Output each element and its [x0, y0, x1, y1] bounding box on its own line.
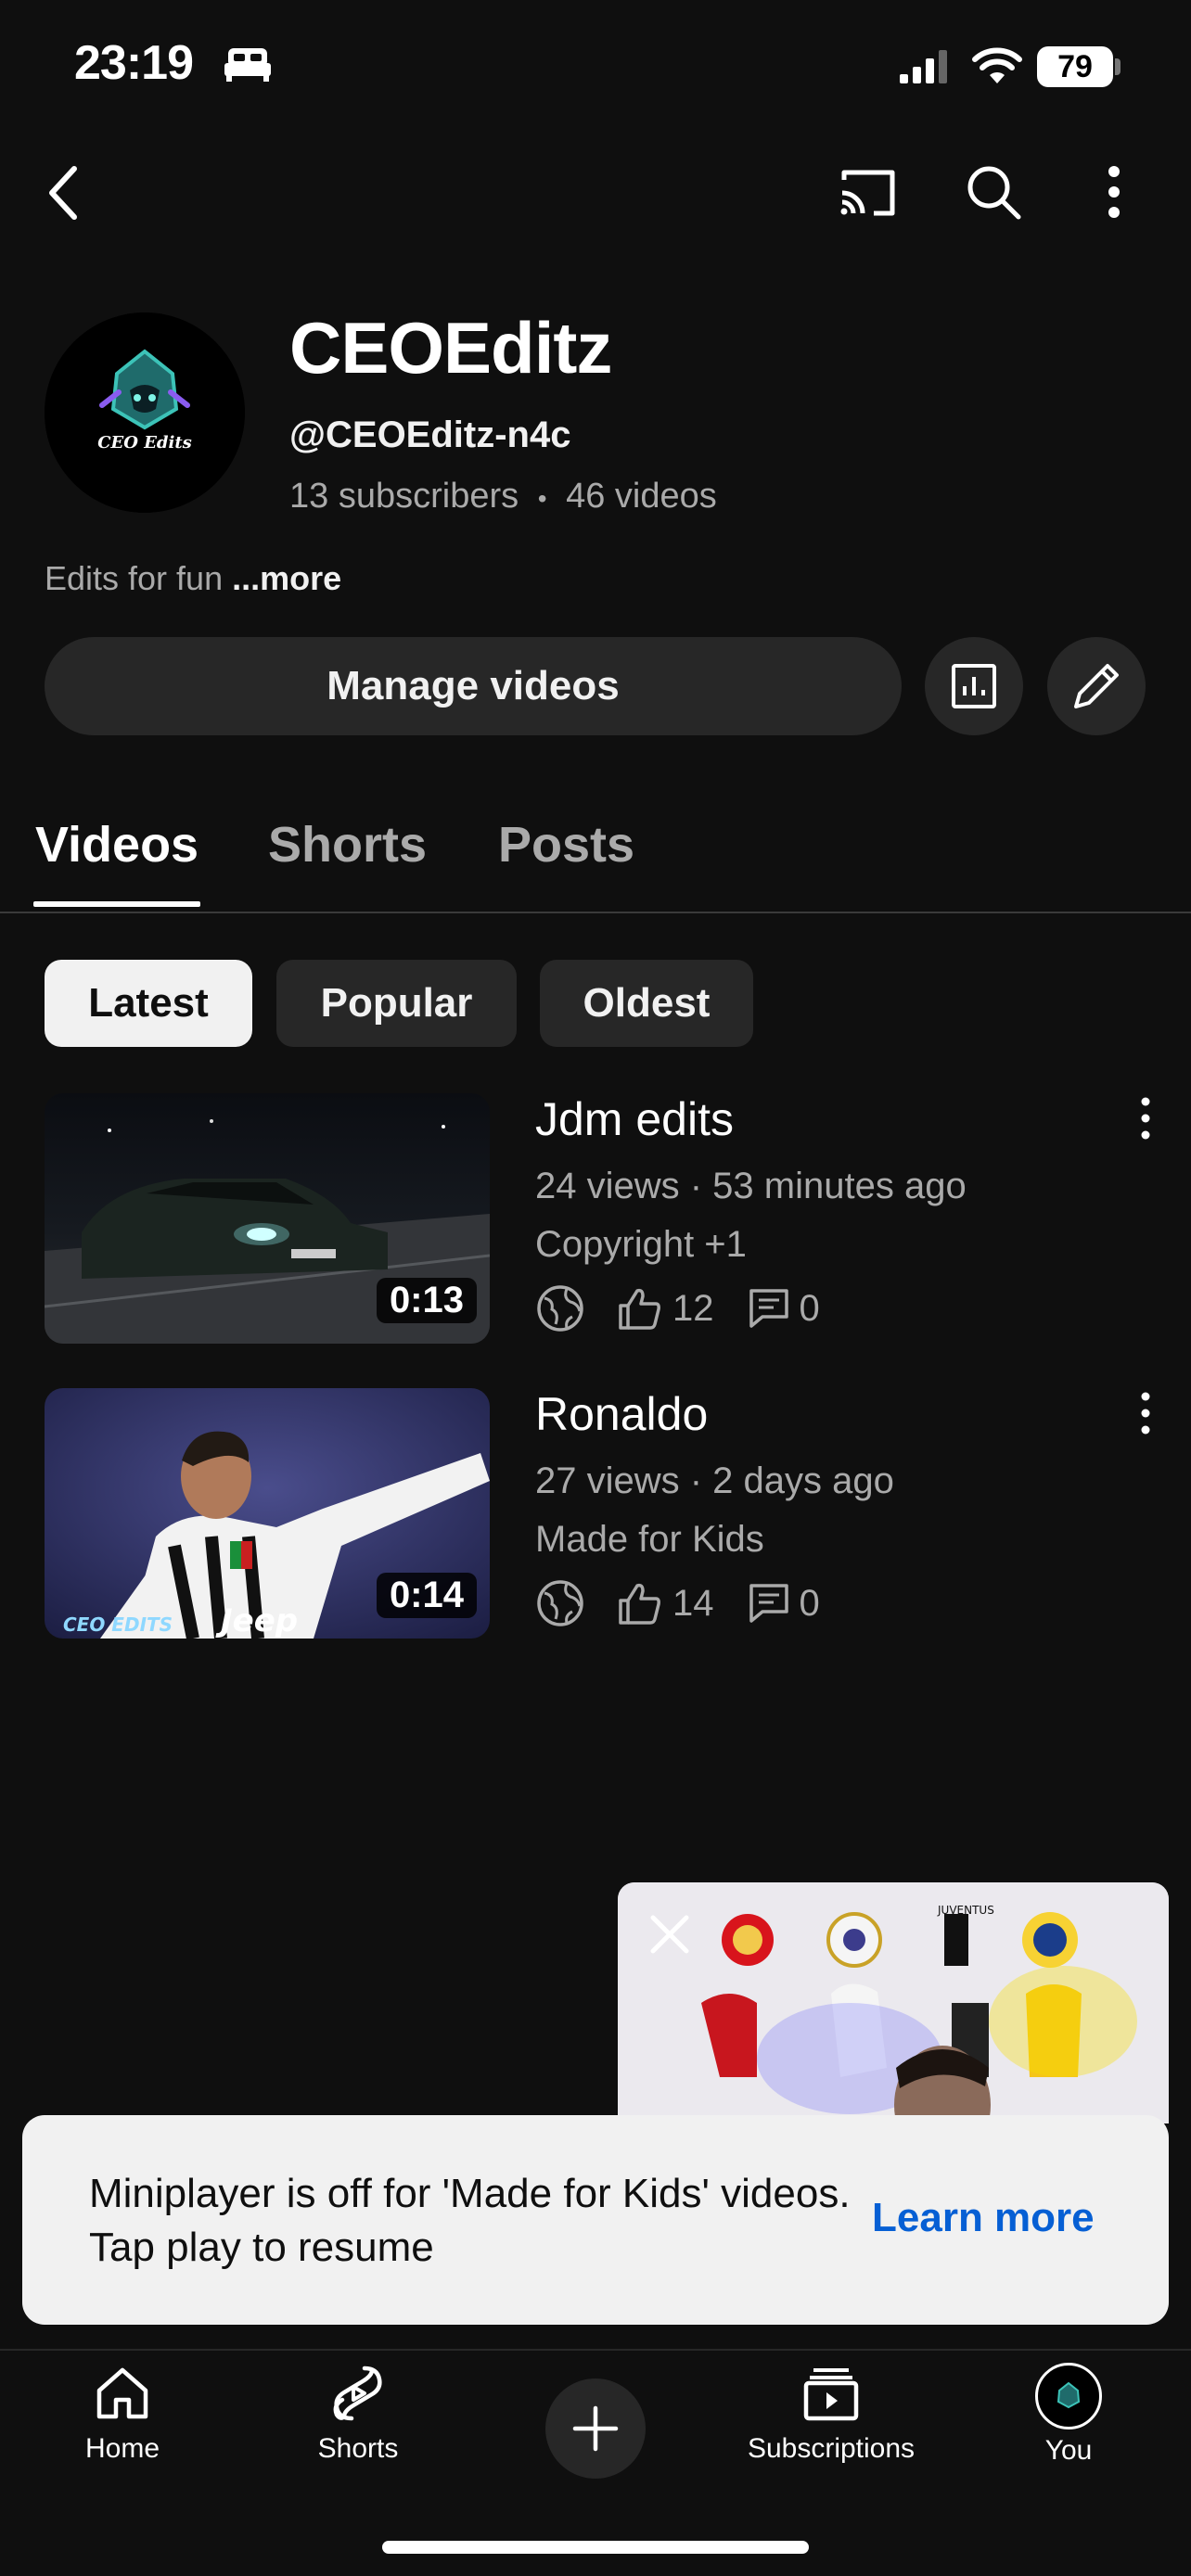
video-meta: 27 views · 2 days ago	[535, 1460, 894, 1501]
video-label: Copyright +1	[535, 1224, 747, 1265]
search-icon[interactable]	[965, 163, 1022, 221]
channel-stats: 13 subscribers • 46 videos	[289, 477, 717, 516]
battery-tip	[1115, 58, 1121, 75]
nav-home-label: Home	[84, 2433, 160, 2464]
svg-text:Jeep: Jeep	[215, 1602, 298, 1639]
subscriber-count: 13 subscribers	[289, 477, 519, 516]
video-thumbnail[interactable]: 0:13	[45, 1093, 490, 1344]
close-icon	[650, 1915, 689, 1954]
avatar-text: CEO Edits	[97, 433, 192, 453]
chip-latest[interactable]: Latest	[45, 960, 252, 1047]
thumbs-up-icon	[619, 1288, 660, 1330]
comment-icon	[749, 1289, 788, 1328]
video-options-icon[interactable]	[1132, 1385, 1159, 1441]
tab-videos[interactable]: Videos	[35, 816, 198, 874]
video-duration: 0:13	[376, 1278, 477, 1323]
bottom-nav-divider	[0, 2349, 1191, 2351]
video-stats-row: 14 0	[535, 1577, 853, 1629]
like-count: 12	[672, 1287, 714, 1329]
nav-subscriptions-label: Subscriptions	[747, 2433, 916, 2464]
svg-text:JUVENTUS: JUVENTUS	[937, 1904, 994, 1917]
nav-you-label: You	[1044, 2435, 1093, 2466]
nav-shorts-label: Shorts	[317, 2433, 399, 2464]
manage-videos-button[interactable]: Manage videos	[45, 637, 902, 735]
miniplayer-video-image: JUVENTUS	[618, 1882, 1169, 2123]
channel-description[interactable]: Edits for fun ...more	[45, 559, 341, 598]
chip-popular[interactable]: Popular	[276, 960, 517, 1047]
nav-shorts[interactable]: Shorts	[265, 2363, 451, 2465]
bed-icon	[223, 45, 273, 83]
cast-icon[interactable]	[839, 165, 898, 221]
learn-more-link[interactable]: Learn more	[872, 2195, 1095, 2241]
toast-message: Miniplayer is off for 'Made for Kids' vi…	[89, 2171, 851, 2270]
tab-posts[interactable]: Posts	[498, 816, 634, 874]
more-options-icon[interactable]	[1100, 163, 1128, 221]
video-count: 46 videos	[566, 477, 717, 516]
signal-icon	[900, 50, 950, 83]
avatar-logo-icon	[1057, 2381, 1081, 2409]
video-options-icon[interactable]	[1132, 1090, 1159, 1146]
channel-avatar[interactable]: CEO Edits	[45, 312, 245, 513]
video-meta: 24 views · 53 minutes ago	[535, 1166, 967, 1206]
nav-you[interactable]: You	[976, 2363, 1161, 2467]
battery-indicator: 79	[1037, 46, 1113, 87]
comment-count: 0	[799, 1582, 820, 1624]
video-title[interactable]: Ronaldo	[535, 1387, 708, 1441]
home-indicator	[382, 2541, 809, 2554]
nav-subscriptions[interactable]: Subscriptions	[738, 2363, 924, 2465]
subscriptions-icon	[803, 2368, 859, 2421]
plus-icon	[572, 2405, 619, 2452]
channel-handle: @CEOEditz-n4c	[289, 414, 571, 455]
video-label: Made for Kids	[535, 1519, 764, 1560]
description-text: Edits for fun	[45, 559, 224, 597]
create-button[interactable]	[545, 2378, 646, 2479]
wifi-icon	[972, 46, 1022, 85]
miniplayer-toast: Miniplayer is off for 'Made for Kids' vi…	[22, 2115, 1169, 2325]
chip-oldest[interactable]: Oldest	[540, 960, 753, 1047]
like-count: 14	[672, 1582, 714, 1624]
channel-name: CEOEditz	[289, 307, 612, 389]
tabs-divider	[0, 912, 1191, 913]
globe-icon	[537, 1285, 583, 1332]
svg-text:CEO EDITS: CEO EDITS	[63, 1613, 173, 1636]
video-stats-row: 12 0	[535, 1282, 853, 1334]
close-miniplayer-button[interactable]	[646, 1910, 694, 1958]
home-icon	[96, 2367, 148, 2419]
pencil-icon	[1074, 664, 1119, 708]
stats-separator: •	[537, 484, 547, 513]
profile-avatar	[1035, 2363, 1102, 2429]
edit-channel-button[interactable]	[1047, 637, 1146, 735]
hooded-logo-icon	[45, 312, 245, 513]
analytics-icon	[952, 664, 996, 708]
back-button[interactable]	[37, 156, 96, 230]
comment-count: 0	[799, 1287, 820, 1329]
shorts-icon	[333, 2366, 382, 2421]
nav-home[interactable]: Home	[30, 2363, 215, 2465]
video-duration: 0:14	[376, 1573, 477, 1618]
video-title[interactable]: Jdm edits	[535, 1092, 734, 1146]
active-tab-indicator	[33, 901, 200, 907]
thumbs-up-icon	[619, 1583, 660, 1625]
status-time: 23:19	[74, 36, 194, 90]
analytics-button[interactable]	[925, 637, 1023, 735]
miniplayer[interactable]: JUVENTUS	[618, 1882, 1169, 2123]
comment-icon	[749, 1584, 788, 1623]
more-link[interactable]: ...more	[232, 559, 341, 597]
video-thumbnail[interactable]: Jeep CEO EDITS 0:14	[45, 1388, 490, 1639]
tab-shorts[interactable]: Shorts	[268, 816, 427, 874]
globe-icon	[537, 1580, 583, 1626]
